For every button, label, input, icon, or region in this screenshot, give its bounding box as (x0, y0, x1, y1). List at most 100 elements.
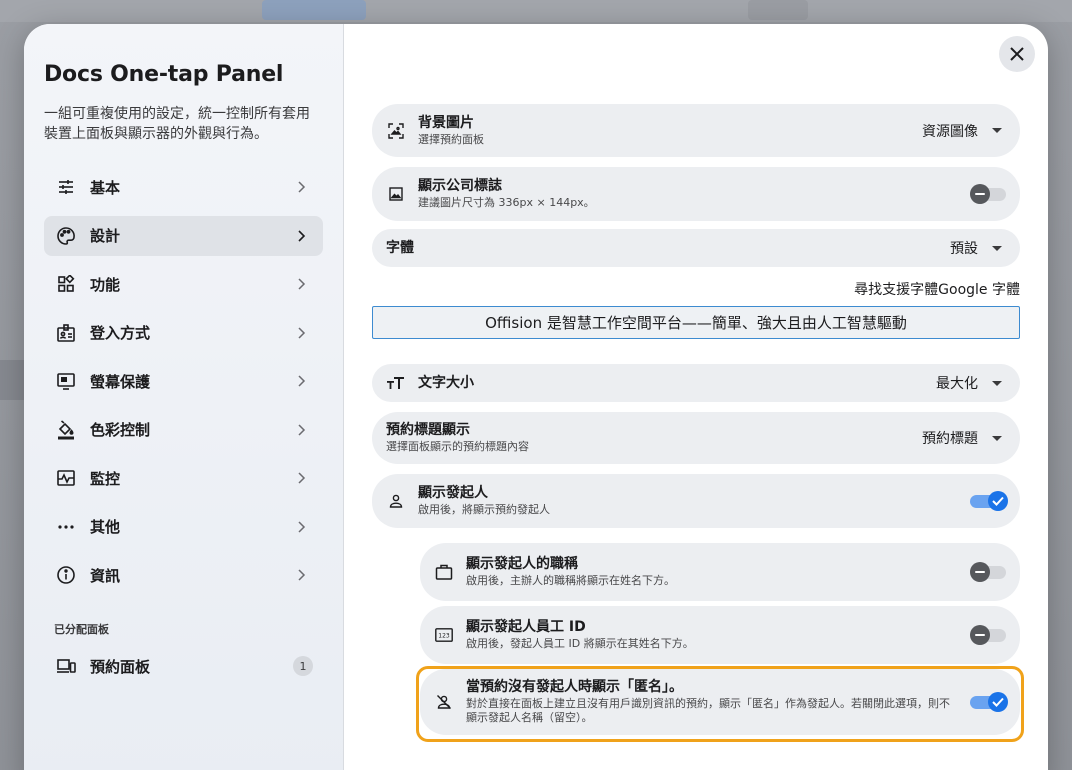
chevron-right-icon (298, 569, 306, 581)
monitoring-icon (56, 468, 76, 488)
sidebar-item-other[interactable]: 其他 (44, 507, 323, 547)
show-organizer-setting: 顯示發起人 啟用後，將顯示預約發起人 (372, 474, 1020, 528)
briefcase-icon (434, 562, 454, 582)
anonymous-organizer-toggle[interactable] (970, 692, 1008, 712)
background-button (748, 0, 808, 20)
toggle-check-icon (988, 692, 1008, 712)
svg-text:123: 123 (438, 633, 450, 640)
setting-title: 文字大小 (418, 374, 474, 391)
sidebar-title: Docs One-tap Panel (44, 62, 284, 87)
sidebar-item-label: 設計 (90, 227, 121, 245)
number-id-icon: 123 (434, 625, 454, 645)
booking-title-setting: 預約標題顯示 選擇面板顯示的預約標題內容 預約標題 (372, 412, 1020, 464)
sidebar-item-label: 資訊 (90, 566, 121, 585)
toggle-off-icon (970, 184, 990, 204)
sidebar-item-info[interactable]: 資訊 (44, 555, 323, 595)
sidebar-item-basic[interactable]: 基本 (44, 167, 323, 207)
text-size-setting: 文字大小 最大化 (372, 364, 1020, 402)
setting-title: 當預約沒有發起人時顯示「匿名」。 (466, 679, 683, 695)
sidebar-item-login-method[interactable]: 登入方式 (44, 313, 323, 353)
info-icon (56, 565, 76, 585)
close-button[interactable] (999, 36, 1035, 72)
palette-icon (56, 226, 76, 246)
background-sidebar-edge (0, 360, 24, 400)
chevron-right-icon (298, 326, 306, 339)
sidebar-item-label: 螢幕保護 (90, 372, 151, 391)
setting-subtitle: 選擇面板顯示的預約標題內容 (386, 440, 529, 453)
sidebar-item-booking-panel[interactable]: 預約面板 1 (44, 646, 323, 686)
sliders-icon (56, 177, 76, 197)
sidebar-item-features[interactable]: 功能 (44, 264, 323, 304)
background-image-dropdown[interactable]: 資源圖像 (922, 121, 1002, 141)
toggle-off-icon (970, 562, 990, 582)
font-preview: Offision 是智慧工作空間平台——簡單、強大且由人工智慧驅動 (372, 306, 1020, 339)
organizer-employee-id-setting: 123 顯示發起人員工 ID 啟用後，發起人員工 ID 將顯示在其姓名下方。 (420, 606, 1020, 664)
sidebar-nav: 基本 設計 功能 登入方式 螢幕保護 色彩控制 監控 其他 資訊 (44, 167, 323, 604)
anonymous-organizer-setting: 當預約沒有發起人時顯示「匿名」。 對於直接在面板上建立且沒有用戶識別資訊的預約，… (420, 669, 1020, 735)
toggle-check-icon (988, 491, 1008, 511)
background-tab (262, 0, 366, 20)
chevron-right-icon (298, 472, 306, 484)
font-links[interactable]: 尋找支援字體Google 字體 (854, 279, 1020, 299)
setting-subtitle: 啟用後，將顯示預約發起人 (418, 503, 550, 516)
chevron-right-icon (298, 375, 306, 387)
caret-down-icon (992, 128, 1002, 133)
paint-bucket-icon (56, 419, 76, 440)
sidebar-description: 一組可重複使用的設定，統一控制所有套用裝置上面板與顯示器的外觀與行為。 (44, 106, 310, 142)
setting-subtitle: 選擇預約面板 (418, 132, 484, 146)
chevron-right-icon (298, 278, 306, 290)
settings-modal: Docs One-tap Panel 一組可重複使用的設定，統一控制所有套用裝置… (24, 24, 1048, 770)
devices-icon (56, 656, 76, 676)
setting-title: 背景圖片 (418, 114, 474, 131)
dropdown-value: 最大化 (936, 376, 978, 392)
sidebar-item-design[interactable]: 設計 (44, 215, 323, 256)
more-icon (56, 517, 76, 537)
setting-subtitle: 啟用後，主辦人的職稱將顯示在姓名下方。 (466, 574, 675, 587)
assigned-panels-heading: 已分配面板 (54, 623, 109, 636)
organizer-employee-id-toggle[interactable] (970, 625, 1006, 645)
booking-title-dropdown[interactable]: 預約標題 (922, 428, 1002, 448)
dropdown-value: 預約標題 (922, 431, 978, 447)
sidebar-item-screensaver[interactable]: 螢幕保護 (44, 361, 323, 401)
dropdown-value: 預設 (950, 241, 978, 257)
person-icon (386, 491, 406, 511)
background-image-setting: 背景圖片 選擇預約面板 資源圖像 (372, 104, 1020, 157)
assigned-panels-list: 預約面板 1 (44, 646, 323, 695)
apps-icon (56, 274, 76, 294)
setting-title: 顯示發起人的職稱 (466, 556, 578, 572)
setting-title: 顯示發起人 (418, 485, 488, 501)
chevron-right-icon (298, 181, 306, 193)
text-size-dropdown[interactable]: 最大化 (936, 373, 1002, 393)
badge-login-icon (56, 323, 76, 343)
chevron-right-icon (298, 423, 306, 436)
text-size-icon (386, 373, 406, 393)
sidebar: Docs One-tap Panel 一組可重複使用的設定，統一控制所有套用裝置… (24, 24, 344, 770)
count-badge: 1 (293, 656, 313, 676)
setting-title: 預約標題顯示 (386, 422, 470, 438)
setting-title: 顯示公司標誌 (418, 178, 502, 194)
dropdown-value: 資源圖像 (922, 123, 978, 140)
toggle-off-icon (970, 625, 990, 645)
sidebar-item-label: 其他 (90, 518, 121, 536)
sidebar-item-label: 預約面板 (90, 657, 151, 676)
font-setting: 字體 預設 (372, 229, 1020, 267)
font-dropdown[interactable]: 預設 (950, 238, 1002, 258)
setting-subtitle: 啟用後，發起人員工 ID 將顯示在其姓名下方。 (466, 637, 694, 650)
company-logo-toggle[interactable] (970, 184, 1006, 204)
sidebar-item-label: 監控 (90, 469, 121, 488)
show-organizer-toggle[interactable] (970, 491, 1008, 511)
screensaver-icon (56, 371, 76, 391)
caret-down-icon (992, 380, 1002, 386)
setting-subtitle: 建議圖片尺寸為 336px × 144px。 (418, 196, 595, 209)
sidebar-item-label: 基本 (90, 178, 121, 197)
sidebar-item-label: 功能 (90, 275, 121, 294)
image-select-icon (386, 121, 406, 141)
close-icon (1010, 47, 1024, 61)
sidebar-item-color-control[interactable]: 色彩控制 (44, 410, 323, 450)
chevron-right-icon (298, 229, 306, 242)
organizer-job-title-toggle[interactable] (970, 562, 1006, 582)
sidebar-item-monitoring[interactable]: 監控 (44, 458, 323, 498)
setting-title: 字體 (386, 239, 414, 256)
background-toolbar (0, 0, 1072, 22)
organizer-job-title-setting: 顯示發起人的職稱 啟用後，主辦人的職稱將顯示在姓名下方。 (420, 543, 1020, 601)
